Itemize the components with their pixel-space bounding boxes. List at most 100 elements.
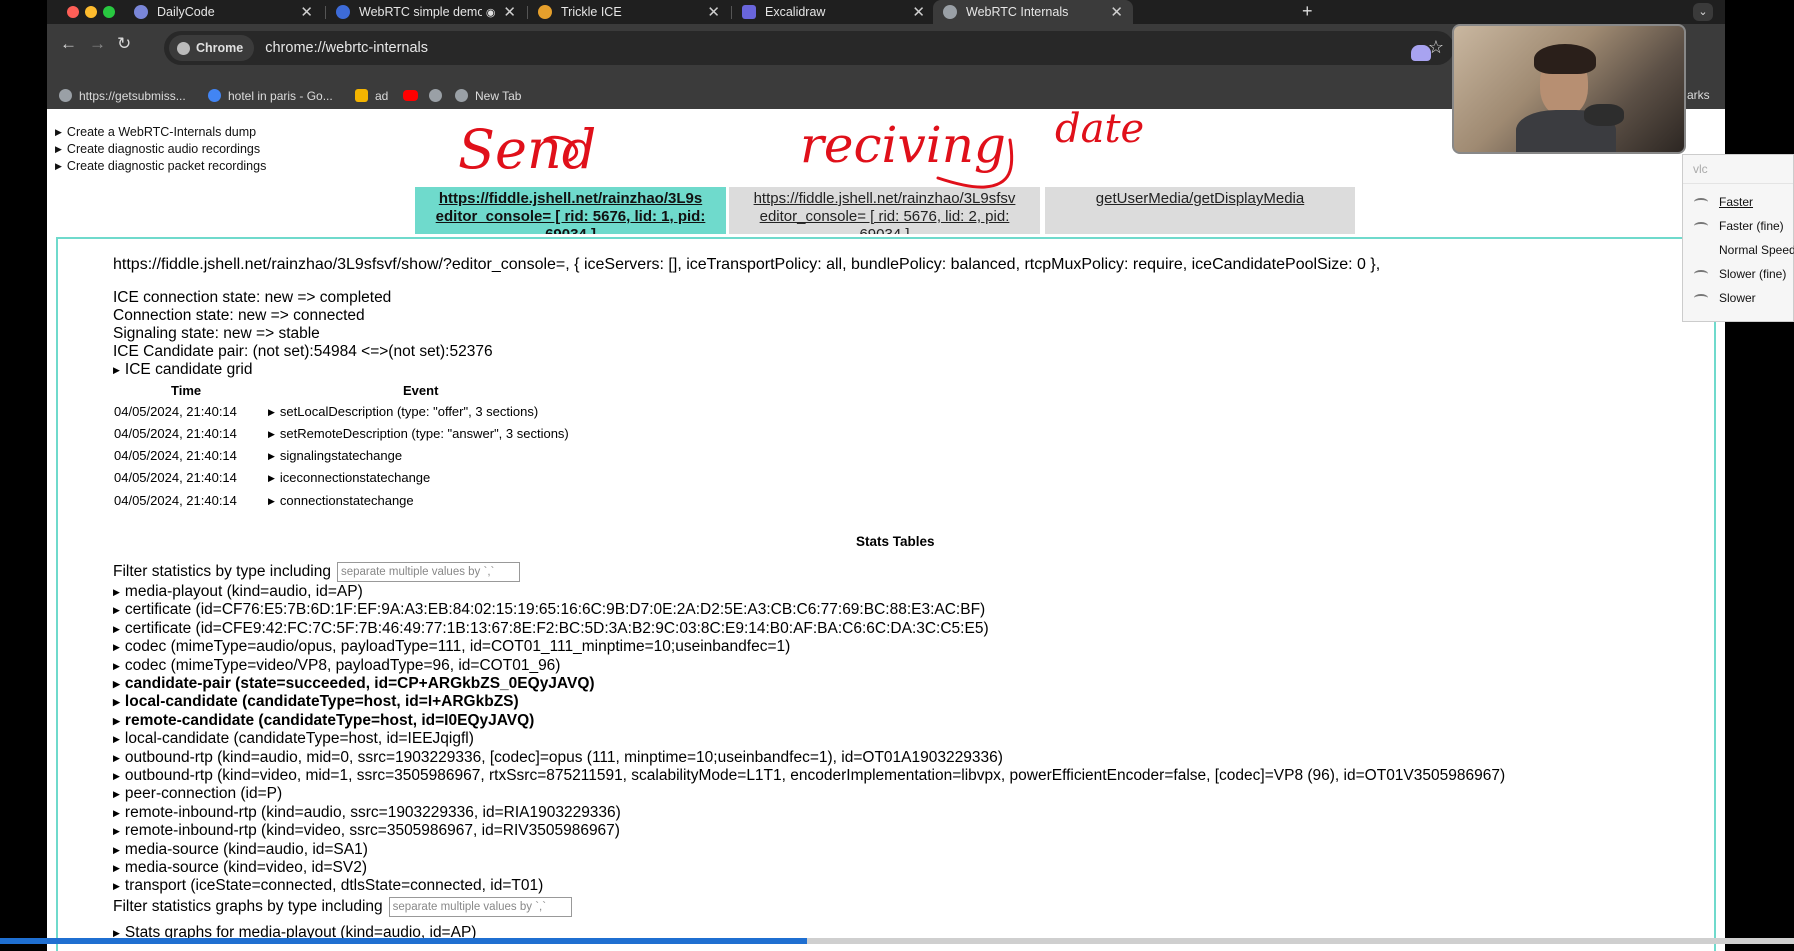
tab-close-icon[interactable]: ✕: [912, 3, 925, 21]
stats-tables-title: Stats Tables: [856, 534, 935, 549]
stats-table-row[interactable]: ▶ media-source (kind=audio, id=SA1): [113, 841, 368, 859]
forward-arrow-icon[interactable]: →: [89, 34, 106, 54]
stats-table-row[interactable]: ▶ candidate-pair (state=succeeded, id=CP+…: [113, 675, 595, 693]
event-row[interactable]: ▶ setLocalDescription (type: "offer", 3 s…: [268, 404, 538, 419]
details-audio-recordings[interactable]: ▶ Create diagnostic audio recordings: [55, 142, 260, 156]
stats-table-row[interactable]: ▶ media-source (kind=video, id=SV2): [113, 859, 367, 877]
stats-table-row[interactable]: ▶ certificate (id=CFE9:42:FC:7C:5F:7B:46:…: [113, 620, 989, 638]
filter-stats-input[interactable]: [336, 562, 520, 582]
event-row[interactable]: ▶ connectionstatechange: [268, 493, 414, 508]
tab-close-icon[interactable]: ✕: [300, 3, 313, 21]
minimize-window-button[interactable]: [85, 6, 97, 18]
google-icon: [208, 89, 221, 102]
all-bookmarks-label[interactable]: arks: [1687, 88, 1710, 102]
peer-connection-tab-2[interactable]: https://fiddle.jshell.net/rainzhao/3L9sf…: [729, 187, 1040, 234]
peer-connection-tab-1[interactable]: https://fiddle.jshell.net/rainzhao/3L9s …: [415, 187, 726, 234]
details-webrtc-dump[interactable]: ▶ Create a WebRTC-Internals dump: [55, 125, 256, 139]
details-label: Create diagnostic audio recordings: [66, 142, 261, 156]
stats-table-row[interactable]: ▶ local-candidate (candidateType=host, id…: [113, 693, 519, 711]
disclosure-triangle-icon: ▶: [113, 679, 120, 689]
hand-icon: [355, 89, 368, 102]
events-time-header: Time: [171, 383, 202, 398]
bookmark-youtube[interactable]: [403, 82, 425, 109]
tab-title: DailyCode: [157, 5, 215, 19]
extension-icon[interactable]: [1411, 45, 1431, 61]
disclosure-triangle-icon: ▶: [113, 863, 120, 873]
stats-table-row[interactable]: ▶ remote-candidate (candidateType=host, i…: [113, 712, 534, 730]
globe-icon: [455, 89, 468, 102]
tab-trickle-ice[interactable]: Trickle ICE ✕: [528, 0, 730, 24]
reload-icon[interactable]: ↻: [117, 34, 131, 54]
stats-row-label: local-candidate (candidateType=host, id=…: [124, 730, 474, 747]
tab-excalidraw[interactable]: Excalidraw ✕: [732, 0, 935, 24]
event-row[interactable]: ▶ setRemoteDescription (type: "answer", 3…: [268, 426, 569, 441]
stats-table-row[interactable]: ▶ outbound-rtp (kind=video, mid=1, ssrc=3…: [113, 767, 1505, 785]
tab-close-icon[interactable]: ✕: [1110, 3, 1123, 21]
connection-state: Connection state: new => connected: [113, 307, 365, 324]
tab-close-icon[interactable]: ✕: [503, 3, 516, 21]
address-bar[interactable]: Chrome chrome://webrtc-internals ☆: [164, 31, 1454, 65]
vlc-faster-fine-item[interactable]: Faster (fine): [1719, 219, 1784, 233]
new-tab-button[interactable]: +: [1302, 1, 1313, 22]
stats-row-label: remote-inbound-rtp (kind=video, ssrc=350…: [124, 822, 620, 839]
tab-search-button[interactable]: ⌄: [1693, 3, 1713, 21]
disclosure-triangle-icon: ▶: [113, 365, 120, 375]
vlc-faster-item[interactable]: Faster: [1719, 195, 1753, 209]
dailycode-favicon-icon: [134, 5, 148, 19]
bookmark-settings[interactable]: [429, 82, 449, 109]
event-time: 04/05/2024, 21:40:14: [114, 426, 237, 441]
disclosure-triangle-icon: ▶: [268, 451, 275, 461]
peer-tab-line: getUserMedia/getDisplayMedia: [1095, 190, 1305, 207]
stats-table-row[interactable]: ▶ outbound-rtp (kind=audio, mid=0, ssrc=1…: [113, 749, 1003, 767]
stats-table-row[interactable]: ▶ media-playout (kind=audio, id=AP): [113, 583, 363, 601]
url-text[interactable]: chrome://webrtc-internals: [265, 40, 428, 56]
webcam-overlay: [1452, 24, 1686, 154]
event-row[interactable]: ▶ iceconnectionstatechange: [268, 470, 430, 485]
stats-table-row[interactable]: ▶ remote-inbound-rtp (kind=audio, ssrc=19…: [113, 804, 621, 822]
event-time: 04/05/2024, 21:40:14: [114, 470, 237, 485]
peer-tab-line: editor_console= [ rid: 5676, lid: 2, pid…: [759, 208, 1010, 225]
tab-webrtc-simple-demo[interactable]: WebRTC simple demo - J ◉ ✕: [326, 0, 526, 24]
stats-row-label: remote-candidate (candidateType=host, id…: [124, 712, 535, 729]
disclosure-triangle-icon: ▶: [268, 429, 275, 439]
stats-table-row[interactable]: ▶ local-candidate (candidateType=host, id…: [113, 730, 474, 748]
disclosure-triangle-icon: ▶: [268, 407, 275, 417]
stats-table-row[interactable]: ▶ remote-inbound-rtp (kind=video, ssrc=35…: [113, 822, 620, 840]
disclosure-triangle-icon: ▶: [113, 624, 120, 634]
maximize-window-button[interactable]: [103, 6, 115, 18]
close-window-button[interactable]: [67, 6, 79, 18]
stats-table-row[interactable]: ▶ peer-connection (id=P): [113, 785, 282, 803]
disclosure-triangle-icon: ▶: [113, 808, 120, 818]
back-arrow-icon[interactable]: ←: [60, 34, 77, 54]
vlc-menu-title: vlc: [1683, 155, 1793, 184]
get-user-media-tab[interactable]: getUserMedia/getDisplayMedia: [1045, 187, 1355, 234]
tab-dailycode[interactable]: DailyCode ✕: [124, 0, 323, 24]
vlc-slower-fine-item[interactable]: Slower (fine): [1719, 267, 1786, 281]
gear-icon: [429, 89, 442, 102]
stats-table-row[interactable]: ▶ transport (iceState=connected, dtlsStat…: [113, 877, 543, 895]
stats-row-label: transport (iceState=connected, dtlsState…: [124, 877, 544, 894]
tab-bar: DailyCode ✕ WebRTC simple demo - J ◉ ✕ T…: [47, 0, 1725, 24]
vlc-slower-item[interactable]: Slower: [1719, 291, 1756, 305]
bookmark-hotel-in-paris[interactable]: hotel in paris - Go...: [208, 82, 333, 109]
bookmark-getsubmiss[interactable]: https://getsubmiss...: [59, 82, 186, 109]
tab-close-icon[interactable]: ✕: [707, 3, 720, 21]
tab-title: Excalidraw: [765, 5, 826, 19]
events-event-header: Event: [403, 383, 439, 398]
tab-webrtc-internals[interactable]: WebRTC Internals ✕: [933, 0, 1133, 24]
stats-table-row[interactable]: ▶ codec (mimeType=audio/opus, payloadType…: [113, 638, 790, 656]
youtube-icon: [403, 90, 418, 101]
ice-candidate-grid-toggle[interactable]: ▶ ICE candidate grid: [113, 361, 252, 379]
details-packet-recordings[interactable]: ▶ Create diagnostic packet recordings: [55, 159, 266, 173]
filter-graphs-input[interactable]: [388, 897, 572, 917]
vlc-normal-speed-item[interactable]: Normal Speed: [1719, 243, 1794, 257]
event-row[interactable]: ▶ signalingstatechange: [268, 448, 402, 463]
ice-candidate-pair: ICE Candidate pair: (not set):54984 <=>(…: [113, 343, 493, 360]
peer-tab-line: 69034 ]: [859, 226, 909, 234]
bookmark-new-tab[interactable]: New Tab: [455, 82, 521, 109]
filter-graphs-label: Filter statistics graphs by type includi…: [113, 898, 383, 915]
site-info-chip[interactable]: Chrome: [169, 35, 255, 61]
stats-table-row[interactable]: ▶ codec (mimeType=video/VP8, payloadType=…: [113, 657, 560, 675]
bookmark-ad[interactable]: ad: [355, 82, 388, 109]
stats-table-row[interactable]: ▶ certificate (id=CF76:E5:7B:6D:1F:EF:9A:…: [113, 601, 985, 619]
